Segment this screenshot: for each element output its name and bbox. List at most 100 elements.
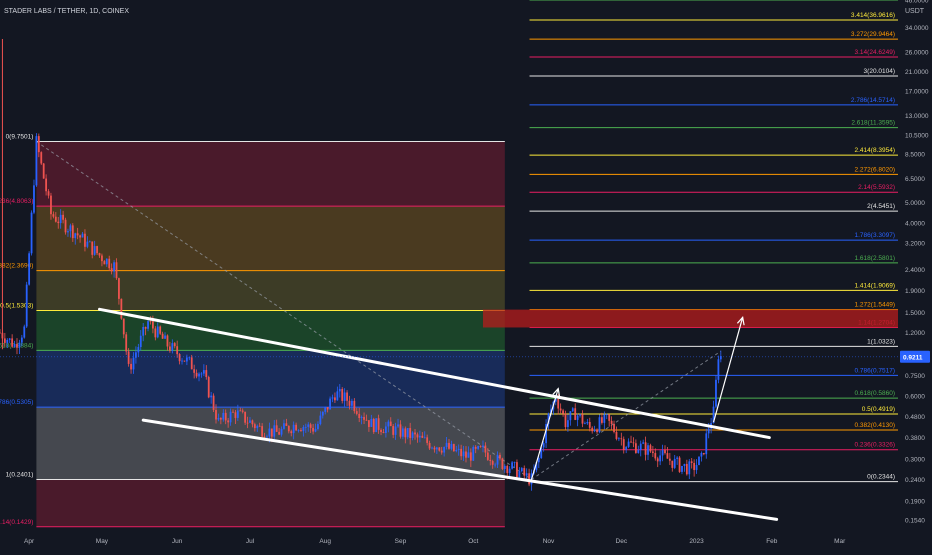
candle-body [88, 241, 91, 243]
candle-body [217, 418, 220, 420]
candle-body [416, 434, 419, 438]
time-tick: Oct [468, 538, 478, 545]
candle-body [564, 413, 567, 428]
candle-body [355, 411, 358, 414]
candle-body [426, 437, 429, 443]
candle-body [452, 444, 455, 452]
candle-body [178, 354, 181, 362]
time-tick: Aug [319, 538, 331, 545]
time-tick: Nov [543, 538, 555, 545]
candle-body [717, 359, 720, 380]
candle-body [263, 436, 266, 438]
price-axis[interactable]: USDT 46.0000 34.0000 26.0000 21.0000 17.0000… [905, 0, 929, 524]
candle-body [47, 191, 50, 196]
candle-body [525, 473, 528, 476]
candle-body [608, 414, 611, 421]
fib-retracement-left[interactable]: 0(9.7501)0.236(4.8063)0.382(2.3690)0.5(1… [0, 134, 505, 528]
candle-body [156, 326, 159, 338]
candle-body [518, 471, 521, 478]
candle-body [455, 449, 458, 452]
candle-body [229, 411, 232, 423]
candle-body [598, 417, 601, 433]
candle-body [236, 410, 239, 418]
candle-body [181, 360, 183, 362]
candle-body [343, 392, 346, 401]
candle-body [207, 377, 210, 398]
candle-body [130, 363, 132, 370]
candle-body [198, 373, 200, 377]
candle-body [358, 413, 361, 419]
candle-body [110, 268, 113, 272]
time-axis[interactable]: Apr May Jun Jul Aug Sep Oct Nov Dec 2023 Feb Mar [24, 538, 846, 545]
time-tick: Jul [246, 538, 255, 545]
candle-body [287, 425, 290, 432]
candle-body [297, 430, 300, 431]
candle-body [91, 241, 94, 255]
candle-body [42, 163, 45, 179]
price-chart[interactable]: 0(9.7501)0.236(4.8063)0.382(2.3690)0.5(1… [0, 0, 932, 550]
candle-body [64, 219, 67, 233]
fib-ext-label: 2.618(11.3595) [851, 120, 895, 127]
candle-body [450, 444, 453, 449]
candle-body [634, 443, 637, 453]
candle-body [202, 370, 205, 374]
candle-body [671, 460, 674, 468]
candle-body [13, 343, 16, 347]
fib-band [36, 310, 505, 351]
candle-body [632, 442, 635, 444]
candle-body [23, 326, 26, 338]
candle-body [404, 428, 407, 438]
fib-ext-label: 2.786(14.5714) [851, 97, 895, 104]
price-tick: 1.2000 [905, 330, 925, 337]
candle-body [283, 423, 285, 429]
candle-body [428, 442, 431, 449]
price-tick: 0.6000 [905, 393, 925, 400]
candle-body [35, 136, 38, 186]
fib-level-label: 0.236(4.8063) [0, 198, 33, 205]
candle-body [360, 416, 363, 419]
fib-ext-label: 1.414(1.9069) [855, 282, 895, 289]
candle-body [268, 428, 271, 437]
candle-body [59, 214, 62, 224]
candle-body [253, 424, 256, 429]
fib-ext-label: 0.236(0.3326) [855, 442, 895, 449]
candle-body [409, 428, 412, 438]
candle-body [494, 464, 497, 466]
candle-body [401, 428, 404, 437]
candle-body [79, 235, 81, 238]
chart-root[interactable]: 0(9.7501)0.236(4.8063)0.382(2.3690)0.5(1… [0, 0, 932, 550]
candle-body [387, 421, 390, 427]
candle-body [227, 420, 230, 423]
candle-body [513, 462, 516, 463]
candle-body [161, 333, 164, 339]
candle-body [93, 246, 96, 255]
candle-body [586, 421, 589, 424]
price-tick: 34.0000 [905, 25, 929, 32]
candle-body [516, 462, 518, 478]
candle-body [69, 225, 72, 232]
price-tick: 3.2000 [905, 241, 925, 248]
price-tick: 8.5000 [905, 152, 925, 159]
fib-band [36, 141, 505, 207]
candle-body [440, 450, 443, 453]
candle-body [6, 339, 9, 343]
candle-body [307, 424, 310, 427]
candle-body [482, 445, 484, 447]
candle-body [168, 346, 171, 351]
target-zone-rect [482, 309, 898, 328]
target-zone [482, 309, 898, 328]
candle-body [40, 152, 43, 164]
candle-body [678, 457, 681, 472]
candle-body [673, 458, 676, 468]
fib-ext-label: 0.786(0.7517) [855, 367, 895, 374]
candle-body [528, 473, 530, 485]
candle-body [113, 262, 115, 272]
candle-body [159, 326, 162, 334]
price-tick: 17.0000 [905, 88, 929, 95]
candle-body [0, 332, 1, 334]
candle-body [382, 432, 385, 434]
time-tick: 2023 [689, 538, 704, 545]
candle-body [363, 416, 365, 420]
candle-body [62, 214, 65, 220]
candle-body [280, 428, 283, 435]
